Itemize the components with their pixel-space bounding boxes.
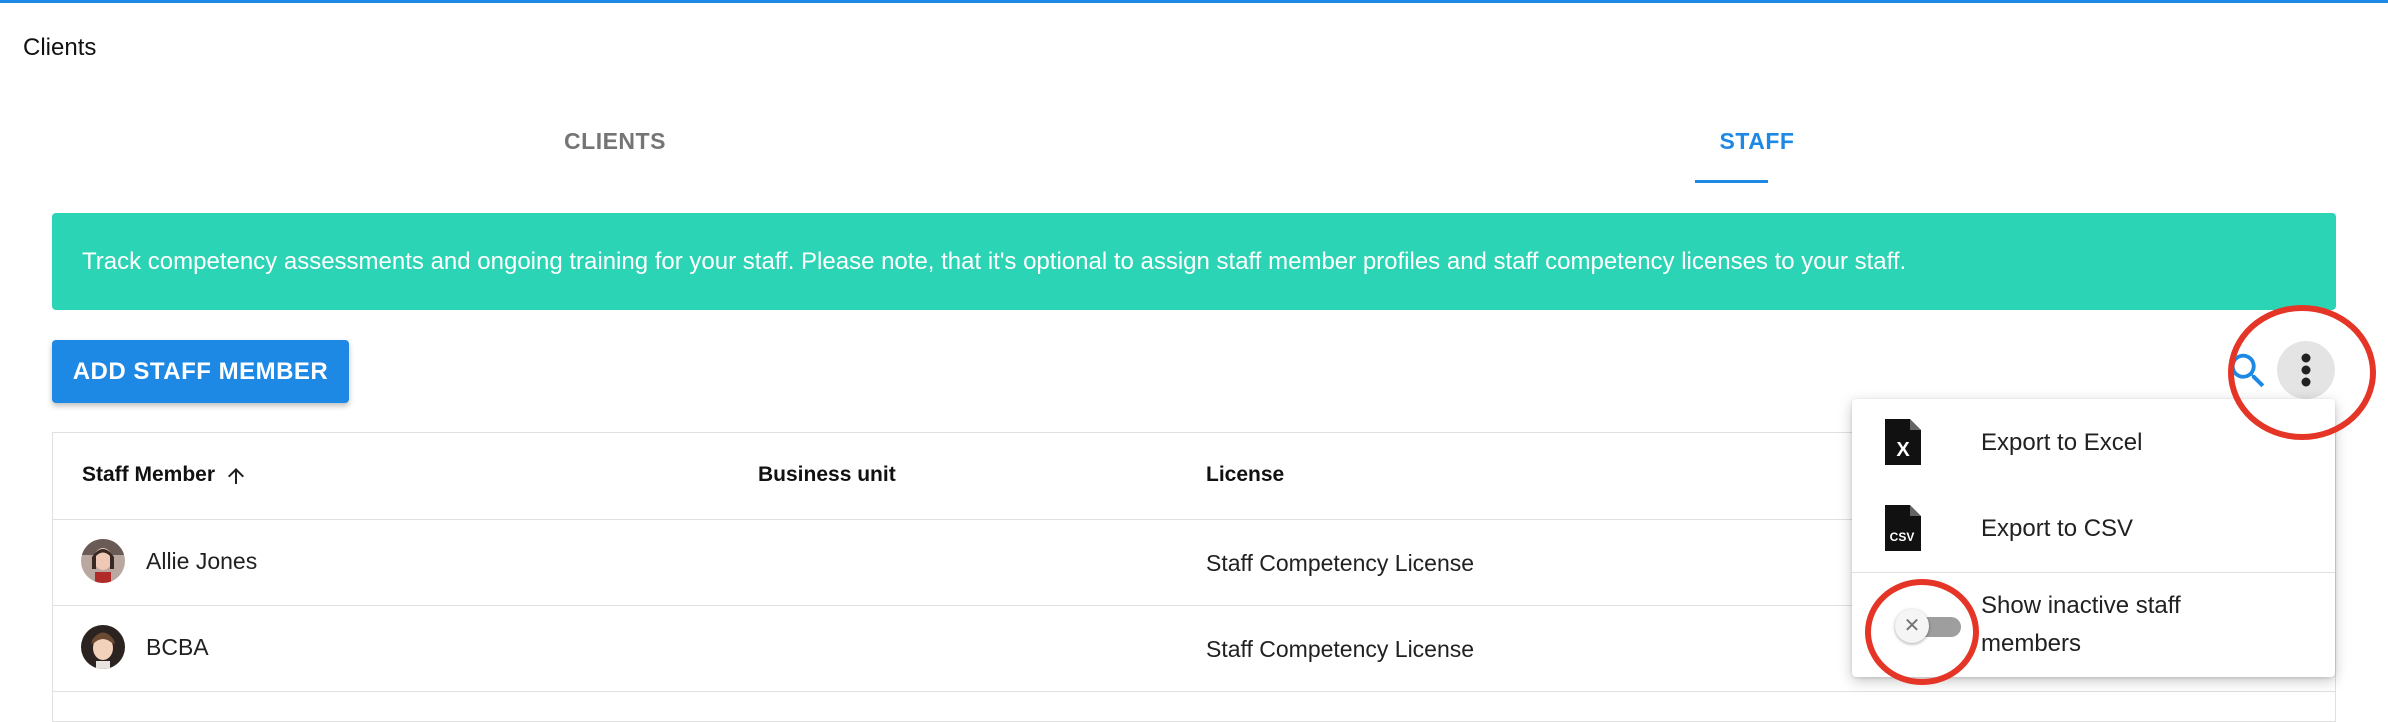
options-menu: X Export to Excel CSV Export to CSV ✕ Sh… (1852, 399, 2335, 677)
staff-name: BCBA (146, 634, 209, 660)
export-csv-menu-item[interactable]: CSV Export to CSV (1852, 485, 2335, 571)
staff-name: Allie Jones (146, 548, 258, 574)
csv-file-icon: CSV (1885, 505, 1921, 551)
staff-license: Staff Competency License (1206, 636, 1475, 662)
more-options-button[interactable] (2277, 341, 2335, 399)
add-staff-member-button[interactable]: ADD STAFF MEMBER (52, 340, 349, 403)
tab-clients[interactable]: CLIENTS (52, 118, 1178, 184)
svg-text:CSV: CSV (1890, 530, 1915, 544)
arrow-up-icon[interactable] (224, 464, 248, 488)
excel-file-icon: X (1885, 419, 1921, 465)
search-button[interactable] (2225, 348, 2271, 394)
column-header-staff-member[interactable]: Staff Member (82, 463, 215, 487)
staff-license: Staff Competency License (1206, 550, 1475, 576)
export-excel-menu-item[interactable]: X Export to Excel (1852, 399, 2335, 485)
export-excel-label: Export to Excel (1981, 429, 2143, 456)
tab-staff[interactable]: STAFF (1178, 118, 2336, 184)
search-icon (2230, 353, 2265, 388)
active-tab-indicator (1695, 180, 1768, 183)
avatar (81, 625, 125, 669)
info-banner: Track competency assessments and ongoing… (52, 213, 2336, 310)
column-header-license[interactable]: License (1206, 463, 1284, 487)
export-csv-label: Export to CSV (1981, 515, 2134, 542)
close-icon: ✕ (1895, 609, 1929, 643)
more-vert-icon (2301, 353, 2311, 387)
show-inactive-toggle[interactable]: ✕ (1895, 609, 1967, 643)
show-inactive-menu-item[interactable]: ✕ Show inactive staff members (1852, 573, 2335, 677)
avatar (81, 539, 125, 583)
top-accent-line (0, 0, 2388, 3)
svg-text:X: X (1896, 439, 1910, 461)
show-inactive-label: Show inactive staff members (1981, 592, 2181, 657)
tab-bar: CLIENTS STAFF (52, 118, 2336, 184)
page-title: Clients (23, 34, 97, 61)
column-header-business-unit[interactable]: Business unit (758, 463, 896, 487)
